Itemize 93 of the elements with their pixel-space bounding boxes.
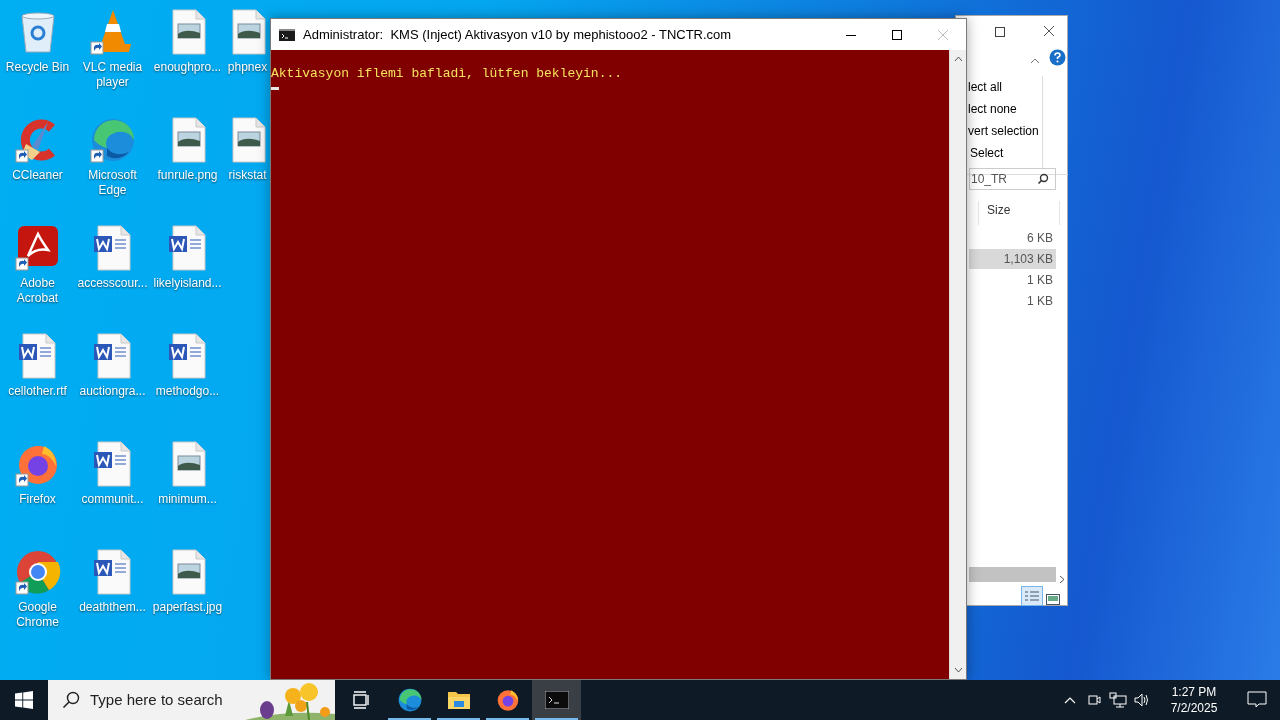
- desktop-icon[interactable]: Adobe Acrobat: [0, 222, 75, 330]
- icon-label: methodgo...: [155, 384, 220, 399]
- ribbon-item[interactable]: Select: [970, 144, 1060, 162]
- console-text: Aktivasyon iflemi bafladì, lütfen bekleyin...: [271, 66, 624, 82]
- desktop-icon[interactable]: Firefox: [0, 438, 75, 546]
- word-icon: [93, 441, 130, 487]
- image-icon: [172, 441, 205, 487]
- desktop-icon[interactable]: Recycle Bin: [0, 6, 75, 114]
- word-icon: [93, 333, 130, 379]
- icon-label: Adobe Acrobat: [15, 276, 60, 306]
- desktop-icon[interactable]: phpnex: [225, 6, 270, 114]
- desktop-icon[interactable]: Microsoft Edge: [75, 114, 150, 222]
- console-icon: [544, 691, 569, 709]
- icon-label: Firefox: [19, 492, 56, 507]
- console-icon: [279, 28, 295, 41]
- icon-label: Microsoft Edge: [87, 168, 138, 198]
- acrobat-icon: [17, 226, 58, 266]
- maximize-icon[interactable]: [995, 27, 1005, 37]
- icon-label: communit...: [81, 492, 144, 507]
- desktop-icon[interactable]: cellother.rtf: [0, 330, 75, 438]
- recycle-icon: [21, 12, 54, 53]
- desktop-icon[interactable]: deaththem...: [75, 546, 150, 654]
- icon-label: accesscour...: [77, 276, 148, 291]
- desktop-icon[interactable]: paperfast.jpg: [150, 546, 225, 654]
- desktop-icon[interactable]: Google Chrome: [0, 546, 75, 654]
- scroll-up-icon[interactable]: [953, 56, 963, 62]
- icon-label: CCleaner: [12, 168, 63, 183]
- icon-label: cellother.rtf: [8, 384, 67, 399]
- image-icon: [172, 549, 205, 595]
- word-icon: [93, 225, 130, 271]
- desktop-icon[interactable]: VLC media player: [75, 6, 150, 114]
- image-icon: [172, 117, 205, 163]
- desktop-icon[interactable]: accesscour...: [75, 222, 150, 330]
- icon-label: Google Chrome: [15, 600, 60, 630]
- image-icon: [232, 117, 265, 163]
- icon-label: VLC media player: [81, 60, 144, 90]
- icon-label: funrule.png: [157, 168, 218, 183]
- word-icon: [18, 333, 55, 379]
- desktop-icon[interactable]: enoughpro...: [150, 6, 225, 114]
- firefox-icon: [18, 446, 57, 484]
- icon-label: auctiongra...: [79, 384, 146, 399]
- search-icon: [62, 691, 80, 709]
- desktop-icon[interactable]: communit...: [75, 438, 150, 546]
- edge-icon: [396, 687, 423, 713]
- maximize-icon: [892, 29, 902, 40]
- folder-icon: [446, 689, 471, 711]
- ribbon-item[interactable]: lect all: [968, 78, 1058, 96]
- horizontal-scrollbar[interactable]: [969, 567, 1056, 582]
- icon-label: Recycle Bin: [5, 60, 70, 75]
- ribbon-item[interactable]: lect none: [968, 100, 1058, 118]
- desktop-icon[interactable]: methodgo...: [150, 330, 225, 438]
- ribbon-item[interactable]: vert selection: [968, 122, 1058, 140]
- text-cursor: [271, 87, 279, 90]
- image-icon: [232, 9, 265, 55]
- chrome-icon: [16, 551, 60, 594]
- column-header[interactable]: Size: [978, 201, 1060, 225]
- icon-label: deaththem...: [79, 600, 146, 615]
- window-title: Administrator: KMS (Inject) Aktivasyon v10 by mephistooo2 - TNCTR.com: [303, 25, 733, 44]
- desktop-icon[interactable]: funrule.png: [150, 114, 225, 222]
- desktop-icon[interactable]: auctiongra...: [75, 330, 150, 438]
- size-cell: 1,103 KB: [969, 249, 1056, 269]
- size-cell-text: 1 KB: [1026, 293, 1054, 310]
- search-field[interactable]: 10_TR: [969, 168, 1056, 190]
- taskbar-search-field[interactable]: Type here to search: [48, 680, 335, 720]
- icon-label: riskstat: [228, 168, 267, 183]
- clock-time: 1:27 PM: [1170, 684, 1218, 700]
- search-icon: [1037, 173, 1049, 185]
- image-icon: [172, 9, 205, 55]
- size-cell-text: 6 KB: [1026, 230, 1054, 247]
- ccleaner-icon: [20, 119, 55, 161]
- scroll-down-icon[interactable]: [953, 667, 963, 673]
- desktop-icon[interactable]: CCleaner: [0, 114, 75, 222]
- icon-label: minimum...: [158, 492, 217, 507]
- task-view-icon: [351, 691, 370, 709]
- clock[interactable]: 1:27 PM 7/2/2025: [1154, 684, 1234, 716]
- desktop-icon[interactable]: riskstat: [225, 114, 270, 222]
- vertical-scrollbar[interactable]: [949, 50, 966, 679]
- icon-label: paperfast.jpg: [152, 600, 223, 615]
- clock-date: 7/2/2025: [1169, 700, 1219, 716]
- icon-label: likelyisland...: [153, 276, 222, 291]
- icon-label: enoughpro...: [153, 60, 222, 75]
- icon-label: phpnex: [227, 60, 268, 75]
- desktop-icon[interactable]: minimum...: [150, 438, 225, 546]
- network-icon[interactable]: [1106, 692, 1130, 708]
- close-icon: [938, 29, 948, 40]
- taskbar-app[interactable]: [532, 680, 581, 720]
- size-cell-text: 1 KB: [1026, 272, 1054, 289]
- windows-logo-icon: [15, 691, 33, 709]
- word-icon: [93, 549, 130, 595]
- word-icon: [168, 225, 205, 271]
- word-icon: [168, 333, 205, 379]
- help-icon[interactable]: [1049, 48, 1066, 67]
- desktop-icon[interactable]: likelyisland...: [150, 222, 225, 330]
